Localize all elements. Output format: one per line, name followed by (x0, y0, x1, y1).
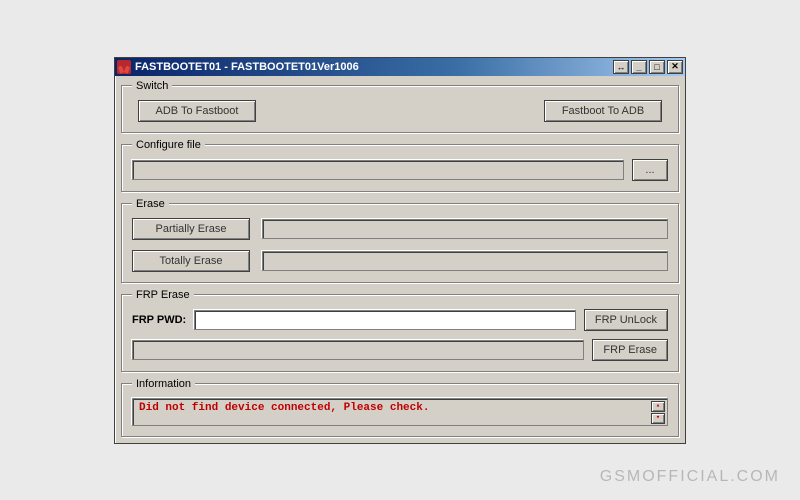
app-icon (117, 60, 131, 74)
scroll-down-button[interactable]: ▾ (651, 413, 665, 424)
adb-to-fastboot-button[interactable]: ADB To Fastboot (138, 100, 256, 122)
partial-erase-status (262, 219, 668, 239)
partially-erase-button[interactable]: Partially Erase (132, 218, 250, 240)
configure-file-group: Configure file ... (121, 139, 679, 192)
switch-group: Switch ADB To Fastboot Fastboot To ADB (121, 80, 679, 133)
window-title: FASTBOOTET01 - FASTBOOTET01Ver1006 (135, 61, 613, 73)
frp-pwd-label: FRP PWD: (132, 314, 186, 326)
minimize-button[interactable]: _ (631, 60, 647, 74)
maximize-button[interactable]: □ (649, 60, 665, 74)
info-legend: Information (132, 378, 195, 390)
info-message: Did not find device connected, Please ch… (139, 402, 429, 414)
totally-erase-button[interactable]: Totally Erase (132, 250, 250, 272)
app-window: FASTBOOTET01 - FASTBOOTET01Ver1006 ↔ _ □… (114, 57, 686, 444)
scroll-up-button[interactable]: ▴ (651, 401, 665, 412)
frp-erase-button[interactable]: FRP Erase (592, 339, 668, 361)
frp-pwd-input[interactable] (194, 310, 576, 330)
browse-button[interactable]: ... (632, 159, 668, 181)
configure-legend: Configure file (132, 139, 205, 151)
erase-legend: Erase (132, 198, 169, 210)
close-button[interactable]: ✕ (667, 60, 683, 74)
titlebar: FASTBOOTET01 - FASTBOOTET01Ver1006 ↔ _ □… (115, 58, 685, 76)
frp-unlock-button[interactable]: FRP UnLock (584, 309, 668, 331)
frp-status-field (132, 340, 584, 360)
client-area: Switch ADB To Fastboot Fastboot To ADB C… (115, 76, 685, 443)
configure-path-field (132, 160, 624, 180)
information-group: Information Did not find device connecte… (121, 378, 679, 437)
resize-button[interactable]: ↔ (613, 60, 629, 74)
info-textarea: Did not find device connected, Please ch… (132, 398, 668, 426)
frp-legend: FRP Erase (132, 289, 194, 301)
total-erase-status (262, 251, 668, 271)
fastboot-to-adb-button[interactable]: Fastboot To ADB (544, 100, 662, 122)
switch-legend: Switch (132, 80, 172, 92)
frp-erase-group: FRP Erase FRP PWD: FRP UnLock FRP Erase (121, 289, 679, 372)
erase-group: Erase Partially Erase Totally Erase (121, 198, 679, 283)
watermark: GSMOFFICIAL.COM (600, 468, 780, 486)
